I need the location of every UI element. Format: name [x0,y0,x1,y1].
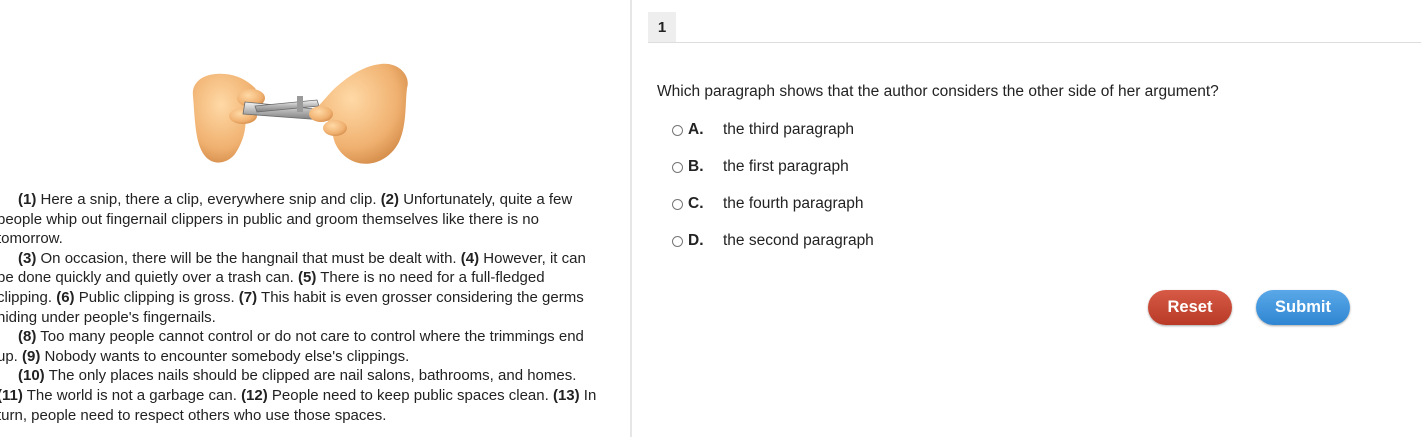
sentence-number: (8) [18,328,37,346]
choice-text: the second paragraph [723,232,874,249]
answer-choice[interactable]: A. the third paragraph [672,120,854,140]
answer-choice[interactable]: C. the fourth paragraph [672,194,863,214]
sentence-text: Public clipping is gross. [74,288,239,306]
radio-button[interactable] [672,235,683,247]
sentence-text: Here a snip, there a clip, everywhere sn… [36,191,381,208]
answer-choice[interactable]: B. the first paragraph [672,157,849,177]
passage-pane: (1) Here a snip, there a clip, everywher… [0,0,630,437]
sentence-number: (10) [18,367,45,385]
sentence-number: (1) [18,191,37,208]
passage-paragraph: (8) Too many people cannot control or do… [0,327,597,366]
passage-paragraph: (1) Here a snip, there a clip, everywher… [0,190,597,249]
sentence-number: (12) [241,386,268,404]
sentence-text: On occasion, there will be the hangnail … [36,249,461,267]
tab-divider [648,42,1421,43]
sentence-number: (9) [22,347,41,365]
sentence-number: (13) [552,386,580,404]
question-number-tab[interactable]: 1 [648,12,676,42]
sentence-text: People need to keep public spaces clean. [267,386,553,404]
choice-letter: D. [688,232,704,249]
sentence-number: (3) [18,249,37,267]
reset-button[interactable]: Reset [1148,290,1232,325]
sentence-number: (2) [380,191,400,208]
passage-paragraph: (10) The only places nails should be cli… [0,366,597,425]
nail-clipper-hands-illustration [192,63,408,164]
choice-letter: A. [688,121,704,138]
question-stem: Which paragraph shows that the author co… [657,83,1219,100]
radio-button[interactable] [672,124,683,136]
sentence-number: (6) [56,288,75,306]
choice-text: the third paragraph [723,121,854,138]
sentence-number: (5) [298,269,317,287]
choice-text: the fourth paragraph [723,195,864,212]
sentence-text: The world is not a garbage can. [22,386,242,404]
choice-letter: C. [688,195,704,212]
submit-button[interactable]: Submit [1256,290,1350,325]
choice-text: the first paragraph [723,158,849,175]
radio-button[interactable] [672,161,683,173]
answer-choice[interactable]: D. the second paragraph [672,231,874,251]
passage-paragraph: (3) On occasion, there will be the hangn… [0,249,597,327]
question-pane: 1 Which paragraph shows that the author … [632,0,1421,437]
choice-letter: B. [688,158,704,175]
sentence-text: The only places nails should be clipped … [44,367,577,385]
sentence-number: (4) [460,249,480,267]
sentence-text: Nobody wants to encounter somebody else'… [40,347,410,365]
passage-text: (1) Here a snip, there a clip, everywher… [0,190,597,425]
sentence-number: (7) [238,288,258,306]
sentence-number: (11) [0,386,23,404]
radio-button[interactable] [672,198,683,210]
